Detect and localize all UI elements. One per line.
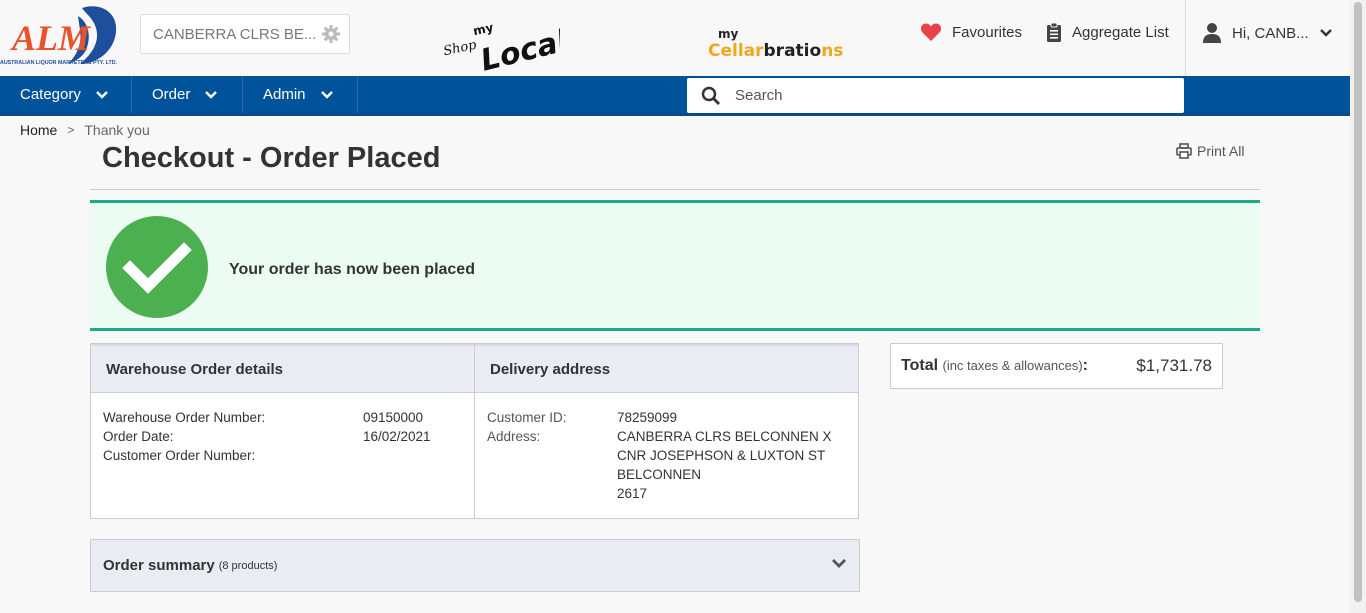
success-message: Your order has now been placed — [229, 261, 475, 278]
address-line-4: 2617 — [617, 486, 648, 501]
favourites-link[interactable]: Favourites — [920, 22, 1022, 42]
aggregate-list-link[interactable]: Aggregate List — [1046, 22, 1169, 42]
search-icon[interactable] — [701, 86, 721, 106]
svg-text:my: my — [472, 20, 495, 38]
customer-id: 78259099 — [617, 410, 678, 425]
shop-my-local-logo[interactable]: Shop my Local — [440, 12, 560, 72]
search-bar — [687, 78, 1184, 113]
svg-text:Shop: Shop — [442, 37, 478, 59]
warehouse-order-number-label: Warehouse Order Number: — [103, 410, 266, 425]
order-total-box: Total (inc taxes & allowances): $1,731.7… — [890, 343, 1223, 389]
nav-admin[interactable]: Admin — [243, 76, 358, 113]
address-line-3: BELCONNEN — [617, 467, 702, 482]
order-summary-count: (8 products) — [218, 559, 278, 572]
nav-order-label: Order — [152, 86, 191, 103]
chevron-down-icon — [320, 90, 333, 99]
breadcrumb-separator: > — [67, 123, 75, 137]
warehouse-order-number: 09150000 — [363, 410, 424, 425]
breadcrumb-current: Thank you — [84, 122, 150, 138]
total-label-text: Total — [901, 357, 939, 374]
aggregate-list-label: Aggregate List — [1072, 23, 1169, 41]
title-divider — [90, 189, 1260, 190]
success-panel: Your order has now been placed — [90, 200, 1260, 331]
chevron-down-icon — [205, 90, 218, 99]
nav-category[interactable]: Category — [0, 76, 132, 113]
page-scrollbar[interactable] — [1350, 0, 1366, 613]
user-menu[interactable]: Hi, CANB... — [1202, 22, 1333, 44]
total-sublabel: (inc taxes & allowances) — [942, 358, 1083, 373]
nav-order[interactable]: Order — [132, 76, 243, 113]
chevron-down-icon — [832, 559, 846, 568]
favourites-label: Favourites — [952, 23, 1023, 41]
nav-admin-label: Admin — [263, 86, 306, 103]
printer-icon — [1176, 143, 1192, 159]
store-selector[interactable]: CANBERRA CLRS BE... — [140, 14, 350, 54]
warehouse-order-heading: Warehouse Order details — [91, 344, 474, 393]
search-input[interactable] — [735, 87, 1155, 104]
store-selector-label: CANBERRA CLRS BE... — [153, 25, 317, 43]
order-details-table: Warehouse Order details Warehouse Order … — [90, 343, 859, 519]
order-summary-title: Order summary — [103, 557, 215, 574]
header-divider — [1185, 0, 1186, 76]
clipboard-icon — [1047, 22, 1061, 42]
customer-id-label: Customer ID: — [487, 410, 567, 425]
customer-order-number-label: Customer Order Number: — [103, 448, 256, 463]
breadcrumb: Home > Thank you — [20, 122, 150, 138]
address-line-2: CNR JOSEPHSON & LUXTON ST — [617, 448, 826, 463]
address-label: Address: — [487, 429, 541, 444]
order-date: 16/02/2021 — [363, 429, 431, 444]
nav-category-label: Category — [20, 86, 81, 103]
svg-text:Cellarbrations: Cellarbrations — [708, 41, 843, 61]
print-all-button[interactable]: Print All — [1176, 143, 1244, 159]
svg-text:my: my — [718, 27, 739, 41]
header: ALM AUSTRALIAN LIQUOR MARKETERS PTY. LTD… — [0, 0, 1350, 76]
my-cellarbrations-logo[interactable]: my Cellarbrations — [708, 24, 848, 64]
page-title: Checkout - Order Placed — [102, 142, 441, 174]
total-amount: $1,731.78 — [1136, 356, 1212, 375]
total-label: Total (inc taxes & allowances): — [901, 357, 1088, 375]
delivery-address-column: Delivery address Customer ID: 78259099 A… — [475, 344, 858, 518]
check-circle-icon — [106, 216, 208, 318]
alm-logo[interactable]: ALM AUSTRALIAN LIQUOR MARKETERS PTY. LTD… — [0, 2, 128, 68]
gear-icon[interactable] — [321, 24, 341, 44]
address-line-1: CANBERRA CLRS BELCONNEN X — [617, 429, 832, 444]
svg-text:AUSTRALIAN LIQUOR MARKETERS PT: AUSTRALIAN LIQUOR MARKETERS PTY. LTD. — [0, 60, 118, 66]
breadcrumb-home[interactable]: Home — [20, 122, 57, 138]
order-date-label: Order Date: — [103, 429, 174, 444]
chevron-down-icon — [1319, 29, 1332, 37]
total-colon: : — [1082, 357, 1088, 374]
warehouse-order-column: Warehouse Order details Warehouse Order … — [91, 344, 475, 518]
delivery-address-heading: Delivery address — [475, 344, 858, 393]
main-nav: Category Order Admin — [0, 76, 1350, 116]
order-summary-toggle[interactable]: Order summary (8 products) — [90, 539, 860, 592]
user-greeting: Hi, CANB... — [1232, 24, 1309, 42]
scrollbar-thumb[interactable] — [1354, 2, 1362, 602]
svg-text:ALM: ALM — [10, 18, 92, 58]
chevron-down-icon — [96, 90, 108, 99]
print-all-label: Print All — [1197, 143, 1245, 159]
heart-icon — [920, 23, 942, 41]
user-icon — [1203, 23, 1221, 43]
